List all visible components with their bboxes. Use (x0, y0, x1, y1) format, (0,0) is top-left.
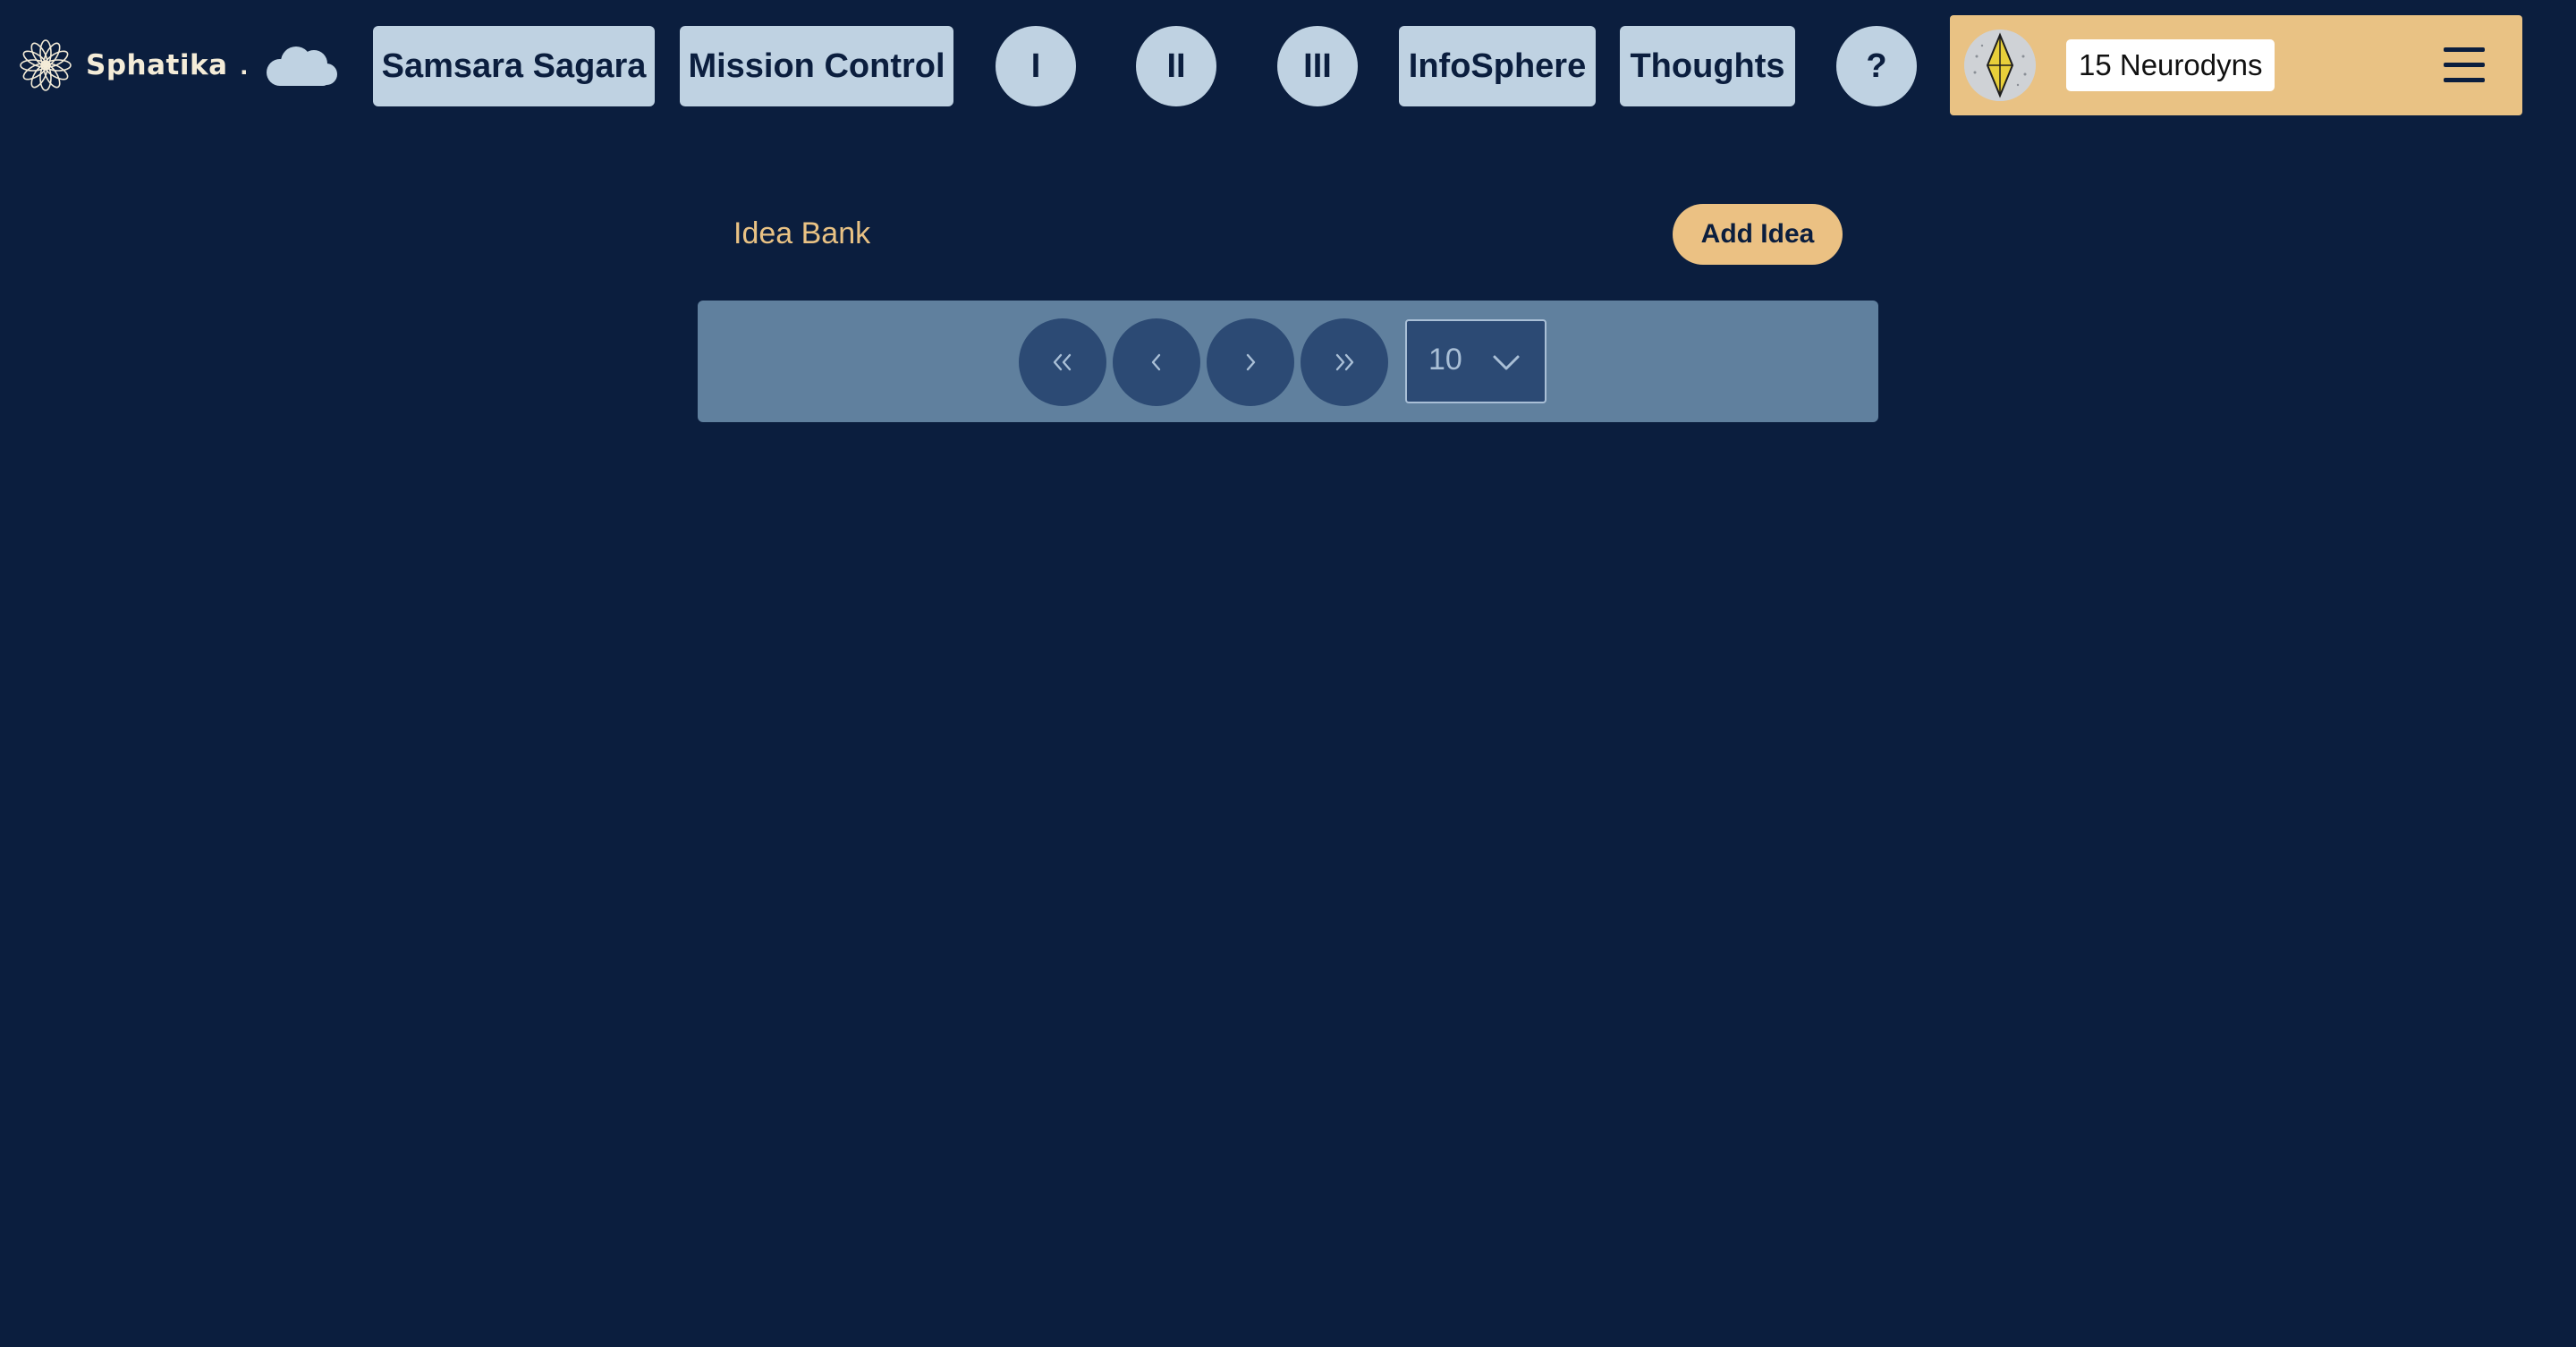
next-page-button[interactable] (1207, 318, 1294, 406)
nav-mission-control-button[interactable]: Mission Control (680, 26, 953, 106)
chevron-left-icon (1151, 353, 1161, 371)
avatar[interactable] (1964, 30, 2036, 101)
page-size-select[interactable]: 10 (1405, 319, 1546, 403)
chevron-right-icon (1246, 353, 1256, 371)
pagination-bar: 10 (698, 301, 1878, 422)
nav-level-2-button[interactable]: II (1136, 26, 1216, 106)
nav-level-3-button[interactable]: III (1277, 26, 1358, 106)
double-chevron-right-icon (1335, 353, 1354, 371)
nav-level-1-button[interactable]: I (996, 26, 1076, 106)
chevron-down-icon (1493, 355, 1520, 370)
nav-infosphere-button[interactable]: InfoSphere (1399, 26, 1596, 106)
add-idea-button[interactable]: Add Idea (1673, 204, 1843, 265)
cloud-icon (267, 47, 338, 86)
double-chevron-left-icon (1053, 353, 1072, 371)
nav-thoughts-button[interactable]: Thoughts (1620, 26, 1795, 106)
page-size-value: 10 (1428, 343, 1462, 377)
neurodyn-balance: 15 Neurodyns (2066, 39, 2275, 91)
app-page: Sphatika . Samsara Sagara Mission Contro… (0, 0, 2576, 1347)
lotus-flower-icon (20, 39, 72, 91)
user-panel: 15 Neurodyns (1950, 15, 2522, 115)
previous-page-button[interactable] (1113, 318, 1200, 406)
help-button[interactable]: ? (1836, 26, 1917, 106)
brand-dot: . (240, 49, 249, 80)
last-page-button[interactable] (1301, 318, 1388, 406)
brand-logo[interactable]: Sphatika . (18, 34, 341, 97)
brand-name: Sphatika (86, 49, 228, 81)
crystal-icon (1964, 30, 2036, 101)
nav-samsara-sagara-button[interactable]: Samsara Sagara (373, 26, 655, 106)
hamburger-menu-icon[interactable] (2444, 47, 2485, 83)
first-page-button[interactable] (1019, 318, 1106, 406)
idea-bank-title: Idea Bank (733, 216, 871, 250)
